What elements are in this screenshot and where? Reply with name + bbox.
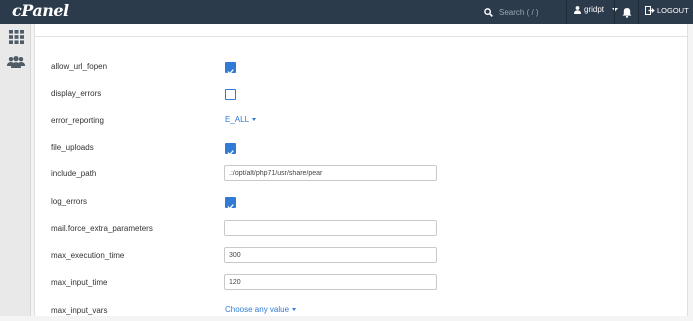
setting-label: file_uploads bbox=[51, 143, 94, 152]
header-divider bbox=[566, 0, 567, 24]
search-input[interactable] bbox=[499, 3, 559, 21]
notifications-button[interactable] bbox=[622, 5, 632, 23]
users-icon bbox=[7, 56, 25, 68]
setting-label: allow_url_fopen bbox=[51, 62, 108, 71]
setting-row: display_errors bbox=[35, 84, 687, 104]
setting-row: max_input_vars Choose any value bbox=[35, 301, 687, 321]
panel-header-strip bbox=[35, 24, 687, 37]
max-execution-time-input[interactable] bbox=[224, 247, 437, 263]
setting-label: include_path bbox=[51, 169, 97, 178]
display-errors-checkbox[interactable] bbox=[225, 89, 236, 100]
caret-down-icon bbox=[292, 308, 297, 311]
header-divider bbox=[638, 0, 639, 24]
setting-label: display_errors bbox=[51, 89, 102, 98]
cpanel-logo[interactable]: cPanel bbox=[12, 1, 69, 20]
setting-row: max_input_time bbox=[35, 274, 687, 294]
file-uploads-checkbox[interactable] bbox=[225, 143, 236, 156]
dropdown-value: E_ALL bbox=[225, 115, 250, 124]
tools-button[interactable] bbox=[7, 29, 25, 45]
checkmark-icon bbox=[227, 204, 234, 210]
dropdown-value: Choose any value bbox=[225, 305, 290, 314]
setting-row: error_reporting E_ALL bbox=[35, 111, 687, 131]
mail-force-extra-parameters-input[interactable] bbox=[224, 220, 437, 236]
header-divider bbox=[614, 0, 615, 24]
setting-label: max_input_vars bbox=[51, 306, 108, 315]
bell-icon bbox=[622, 8, 632, 18]
user-icon bbox=[574, 5, 581, 14]
setting-row: mail.force_extra_parameters bbox=[35, 220, 687, 240]
php-settings-panel: allow_url_fopen display_errors error_rep… bbox=[34, 24, 688, 316]
setting-label: log_errors bbox=[51, 197, 88, 206]
top-bar: cPanel gridpt LOGOUT bbox=[0, 0, 693, 24]
setting-label: error_reporting bbox=[51, 116, 104, 125]
logout-button[interactable]: LOGOUT bbox=[645, 6, 689, 15]
search-box[interactable] bbox=[484, 2, 564, 22]
setting-row: allow_url_fopen bbox=[35, 57, 687, 77]
search-icon bbox=[484, 7, 493, 17]
username-label: gridpt bbox=[584, 5, 605, 14]
grid-icon bbox=[8, 30, 24, 44]
logout-icon bbox=[645, 6, 655, 15]
max-input-time-input[interactable] bbox=[224, 274, 437, 290]
setting-label: mail.force_extra_parameters bbox=[51, 224, 153, 233]
side-nav bbox=[0, 24, 31, 316]
checkmark-icon bbox=[227, 150, 234, 156]
error-reporting-dropdown[interactable]: E_ALL bbox=[225, 115, 257, 124]
setting-row: file_uploads bbox=[35, 138, 687, 158]
log-errors-checkbox[interactable] bbox=[225, 197, 236, 210]
user-manager-button[interactable] bbox=[7, 54, 25, 70]
setting-row: max_execution_time bbox=[35, 247, 687, 267]
logout-label: LOGOUT bbox=[657, 6, 689, 15]
max-input-vars-dropdown[interactable]: Choose any value bbox=[225, 305, 297, 314]
include-path-input[interactable] bbox=[224, 165, 437, 181]
chevron-down-icon bbox=[612, 7, 619, 11]
caret-down-icon bbox=[252, 118, 257, 121]
setting-label: max_input_time bbox=[51, 278, 108, 287]
setting-label: max_execution_time bbox=[51, 251, 125, 260]
user-menu[interactable]: gridpt bbox=[574, 5, 619, 14]
checkmark-icon bbox=[227, 69, 234, 75]
setting-row: include_path bbox=[35, 165, 687, 185]
setting-row: log_errors bbox=[35, 192, 687, 212]
allow-url-fopen-checkbox[interactable] bbox=[225, 62, 236, 75]
